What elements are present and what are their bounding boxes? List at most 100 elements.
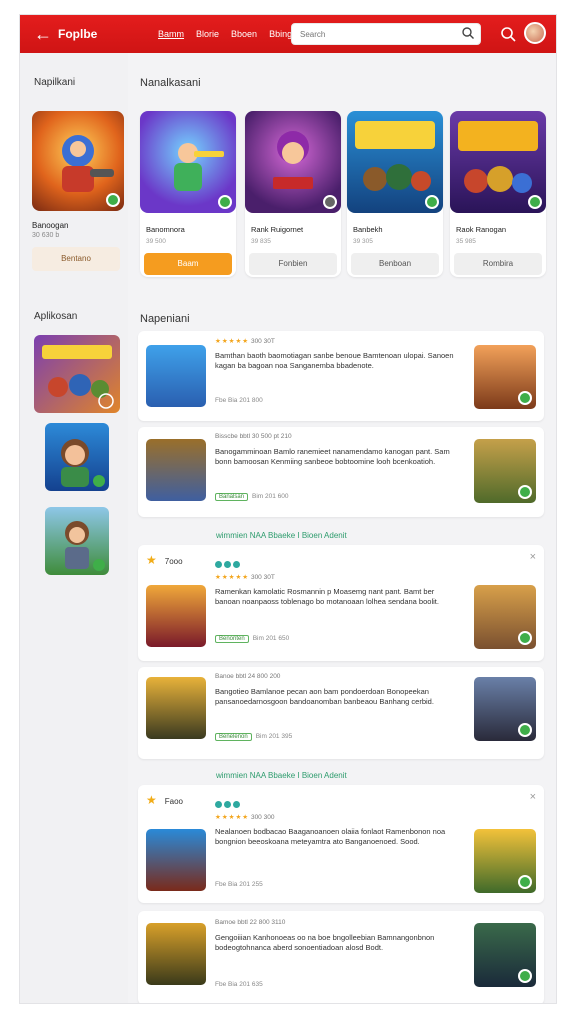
card-meta: ★★★★★ 300 30T [215,574,275,581]
featured-card-2[interactable]: Rank Ruigornet 39 835 Fonbien [245,111,341,277]
verified-badge-icon [106,193,120,207]
card-side-thumbnail[interactable] [474,345,536,409]
featured-sub: 39 305 [353,238,373,245]
search-icon-header[interactable] [498,24,518,44]
app-title: Foplbe [58,27,98,41]
top-nav: Bamm Blorie Bboen Bbingo [158,29,297,39]
card-thumbnail[interactable] [146,677,206,739]
nav-item-3[interactable]: Bboen [231,29,257,39]
card-side-thumbnail[interactable] [474,923,536,987]
close-icon[interactable]: × [530,551,536,563]
sidebar-game-tile-1[interactable] [34,335,120,413]
card-thumbnail[interactable] [146,829,206,891]
card-meta: Bisscbe bbtl 30 500 pt 210 [215,433,292,440]
sponsored-heading: ★ Faoo [146,793,183,807]
card-body: Bangotieo Bamlanoe pecan aon bam pondoer… [215,687,434,706]
sidebar-card-art[interactable] [32,111,124,211]
featured-button[interactable]: Baam [144,253,232,275]
sidebar-card-sub: 30 630 b [32,232,60,239]
section-title-2: Napeniani [140,313,190,325]
featured-button[interactable]: Rombira [454,253,542,275]
back-arrow-icon[interactable]: ← [32,23,54,45]
featured-button[interactable]: Fonbien [249,253,337,275]
search-input[interactable] [292,24,452,45]
card-meta: ★★★★★ 300 30T [215,338,275,345]
ad-label: wimmien NAA Bbaeke I Bioen Adenit [216,531,347,540]
featured-card-3[interactable]: Banbekh 39 305 Benboan [347,111,443,277]
verified-badge-icon [528,195,542,209]
featured-button[interactable]: Benboan [351,253,439,275]
card-thumbnail[interactable] [146,439,206,501]
settings-badge-icon [323,195,337,209]
featured-art-2[interactable] [245,111,341,213]
sidebar: Napilkani Banoogan 30 630 b Bentano Apli… [20,53,128,1003]
featured-name: Banomnora [146,225,185,234]
card-foot: Banalsan Bim 201 600 [215,493,289,501]
game-art-icon [61,439,105,487]
list-card-2[interactable]: Bisscbe bbtl 30 500 pt 210 Banogamminoan… [138,427,544,517]
featured-name: Raok Ranogan [456,225,507,234]
section-title-1: Nanalkasani [140,77,201,89]
verified-badge-icon [518,875,532,889]
sidebar-card-title: Banoogan [32,221,69,230]
verified-badge-icon [425,195,439,209]
featured-card-1[interactable]: Banomnora 39 500 Baam [140,111,236,277]
search-icon[interactable] [461,26,475,40]
card-meta: Banoe bbtl 24 800 200 [215,673,281,680]
search-box[interactable] [291,23,481,45]
list-card-1[interactable]: ★★★★★ 300 30T Bamthan baoth baomotiagan … [138,331,544,421]
verified-badge-icon [518,631,532,645]
verified-badge-icon [518,723,532,737]
verified-badge-icon [518,391,532,405]
featured-sub: 39 500 [146,238,166,245]
sponsored-heading: ★ 7ooo [146,553,183,567]
sponsored-card-1[interactable]: ★ 7ooo × ★★★★★ 300 30T Ramenkan kamolatic… [138,545,544,661]
pagination-dots [215,795,242,813]
card-body: Gengoiiian Kanhonoeas oo na boe bngollee… [215,933,435,952]
card-meta: ★★★★★ 300 300 [215,814,275,821]
card-body: Ramenkan kamolatic Rosmannin p Moasemg n… [215,587,439,606]
ad-label-2: wimmien NAA Bbaeke I Bioen Adenit [216,771,347,780]
user-avatar[interactable] [524,22,546,44]
card-thumbnail[interactable] [146,585,206,647]
sidebar-featured-card[interactable]: Banoogan 30 630 b Bentano [32,111,124,271]
card-foot: Benonten Bim 201 650 [215,635,289,643]
featured-art-1[interactable] [140,111,236,213]
nav-item-2[interactable]: Blorie [196,29,219,39]
sponsored-card-3[interactable]: ★ Faoo × ★★★★★ 300 300 Nealanoen bodbacao… [138,785,544,903]
pagination-dots [215,555,242,573]
card-side-thumbnail[interactable] [474,439,536,503]
app-frame: ← Foplbe Bamm Blorie Bboen Bbingo Napilk… [19,14,557,1004]
featured-sub: 39 835 [251,238,271,245]
card-thumbnail[interactable] [146,923,206,985]
close-icon[interactable]: × [530,791,536,803]
sidebar-game-tile-2[interactable] [45,423,109,491]
game-art-icon [65,521,105,571]
card-side-thumbnail[interactable] [474,585,536,649]
featured-card-4[interactable]: Raok Ranogan 35 985 Rombira [450,111,546,277]
card-foot: Fbe Bia 201 635 [215,981,263,988]
star-icon: ★ [146,553,157,567]
verified-badge-icon [518,485,532,499]
featured-name: Banbekh [353,225,383,234]
sidebar-game-tile-3[interactable] [45,507,109,575]
game-art-icon [42,345,114,409]
nav-item-1[interactable]: Bamm [158,29,184,39]
card-body: Banogamminoan Bamlo ranemieet nanamendam… [215,447,450,466]
card-side-thumbnail[interactable] [474,829,536,893]
sidebar-heading-2: Aplikosan [34,311,78,322]
sidebar-card-button[interactable]: Bentano [32,247,120,271]
featured-art-4[interactable] [450,111,546,213]
sponsored-card-2[interactable]: Banoe bbtl 24 800 200 Bangotieo Bamlanoe… [138,667,544,759]
sponsored-card-4[interactable]: Bamoe bbtl 22 800 3110 Gengoiiian Kanhon… [138,911,544,1003]
verified-badge-icon [218,195,232,209]
sidebar-heading-1: Napilkani [34,77,76,88]
card-side-thumbnail[interactable] [474,677,536,741]
card-thumbnail[interactable] [146,345,206,407]
star-icon: ★ [146,793,157,807]
card-foot: Benelenon Bim 201 395 [215,733,292,741]
featured-art-3[interactable] [347,111,443,213]
card-foot: Fbe Bia 201 800 [215,397,263,404]
featured-name: Rank Ruigornet [251,225,304,234]
card-body: Nealanoen bodbacao Baaganoanoen olaiia f… [215,827,446,846]
